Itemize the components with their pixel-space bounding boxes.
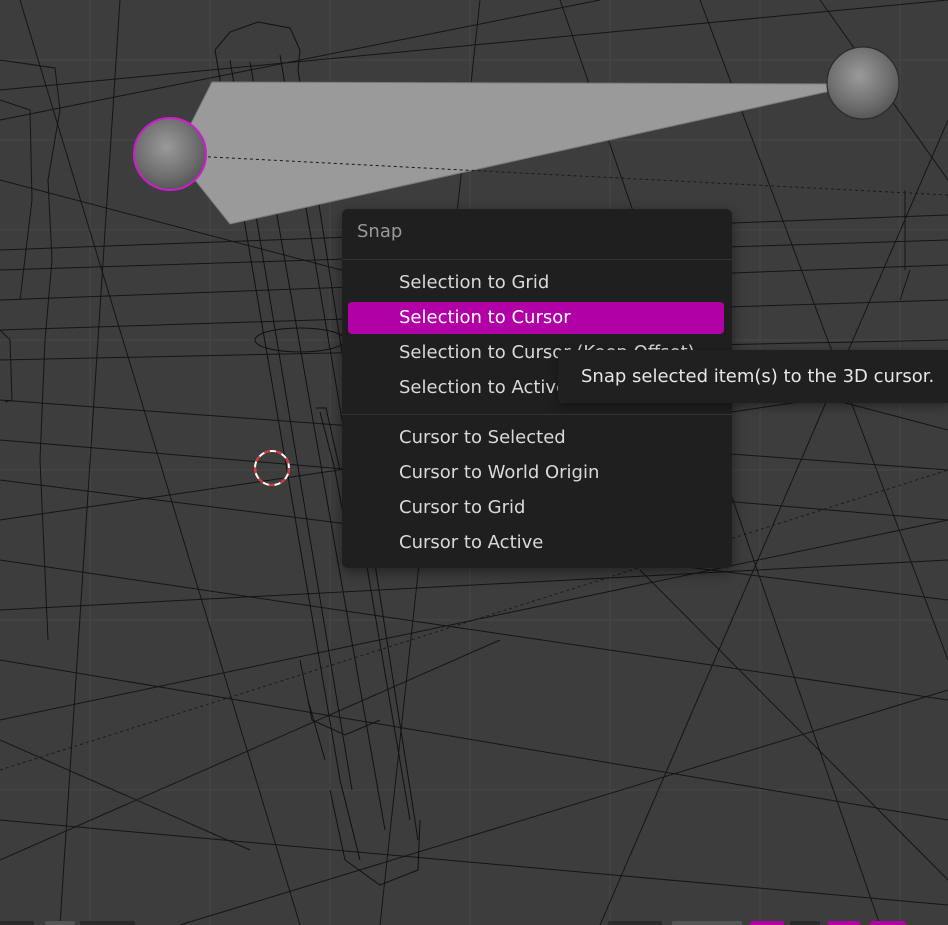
menu-item-cursor-to-world-origin[interactable]: Cursor to World Origin xyxy=(348,457,724,489)
toolbar-segment xyxy=(45,921,75,925)
selected-light-icon[interactable] xyxy=(133,117,207,191)
toolbar-toggle-active[interactable] xyxy=(750,921,784,925)
snap-menu-title: Snap xyxy=(357,221,403,242)
toolbar-toggle-active[interactable] xyxy=(870,921,906,925)
toolbar-segment xyxy=(672,921,742,925)
menu-item-cursor-to-selected[interactable]: Cursor to Selected xyxy=(348,422,724,454)
3d-viewport[interactable]: Snap Selection to Grid Selection to Curs… xyxy=(0,0,948,925)
menu-item-selection-to-cursor[interactable]: Selection to Cursor xyxy=(348,302,724,334)
menu-separator xyxy=(342,414,732,415)
menu-item-cursor-to-grid[interactable]: Cursor to Grid xyxy=(348,492,724,524)
menu-separator xyxy=(342,259,732,260)
toolbar-segment xyxy=(80,921,135,925)
menu-item-selection-to-grid[interactable]: Selection to Grid xyxy=(348,267,724,299)
tooltip: Snap selected item(s) to the 3D cursor. xyxy=(558,350,948,403)
bottom-toolbar-strip xyxy=(0,917,948,925)
toolbar-toggle-active[interactable] xyxy=(828,921,860,925)
light-icon[interactable] xyxy=(826,46,900,120)
toolbar-segment xyxy=(0,921,34,925)
toolbar-segment xyxy=(790,921,820,925)
menu-item-cursor-to-active[interactable]: Cursor to Active xyxy=(348,527,724,559)
spot-cone-icon xyxy=(174,81,863,225)
toolbar-segment xyxy=(608,921,662,925)
